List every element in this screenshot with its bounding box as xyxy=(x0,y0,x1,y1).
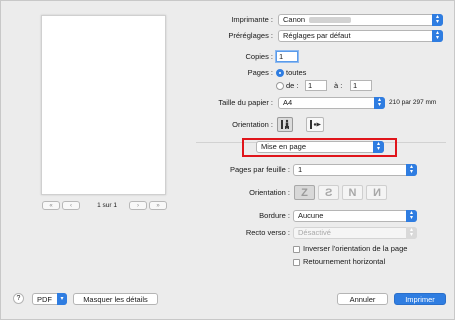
reverse-orientation-label: Inverser l'orientation de la page xyxy=(303,244,408,253)
cancel-button[interactable]: Annuler xyxy=(337,293,388,305)
layout-n-icon: N xyxy=(348,186,357,199)
chevron-updown-icon: ▴ ▾ xyxy=(432,30,443,42)
orientation-landscape-button[interactable] xyxy=(306,117,324,132)
border-value: Aucune xyxy=(298,211,324,220)
printer-label: Imprimante : xyxy=(231,15,273,24)
previous-page-icon: ‹ xyxy=(70,202,72,209)
section-popup-value: Mise en page xyxy=(261,142,307,151)
printer-popup[interactable]: Canon ▴ ▾ xyxy=(278,14,443,26)
layout-z-icon: Z xyxy=(301,186,308,199)
chevron-updown-icon: ▴ ▾ xyxy=(432,14,443,26)
pdf-menu-button[interactable]: PDF ▾ xyxy=(32,293,67,305)
pages-per-sheet-label: Pages par feuille : xyxy=(229,165,290,174)
two-sided-popup: Désactivé ▴ ▾ xyxy=(293,227,417,239)
flip-horizontal-label: Retournement horizontal xyxy=(303,257,386,266)
border-popup[interactable]: Aucune ▴ ▾ xyxy=(293,210,417,222)
pdf-label: PDF xyxy=(37,294,52,304)
pages-per-sheet-value: 1 xyxy=(298,165,303,174)
print-dialog: « ‹ 1 sur 1 › » Imprimante : Canon ▴ ▾ Pr… xyxy=(0,0,455,320)
portrait-icon xyxy=(281,119,289,129)
help-button[interactable]: ? xyxy=(13,293,24,304)
print-button[interactable]: Imprimer xyxy=(394,293,446,305)
first-page-icon: « xyxy=(49,202,53,209)
layout-direction-s-button[interactable]: S xyxy=(318,185,339,200)
paper-size-label: Taille du papier : xyxy=(218,98,273,107)
hide-details-button[interactable]: Masquer les détails xyxy=(73,293,158,305)
two-sided-label: Recto verso : xyxy=(245,228,290,237)
section-popup[interactable]: Mise en page ▴ ▾ xyxy=(256,141,384,153)
flip-horizontal-checkbox[interactable] xyxy=(293,259,300,266)
first-page-button[interactable]: « xyxy=(42,201,60,210)
page-counter: 1 sur 1 xyxy=(97,202,117,209)
page-preview xyxy=(41,15,166,195)
presets-popup[interactable]: Réglages par défaut ▴ ▾ xyxy=(278,30,443,42)
chevron-updown-icon: ▴ ▾ xyxy=(374,97,385,109)
help-icon: ? xyxy=(16,295,21,302)
pages-from-label: de : xyxy=(286,81,299,90)
last-page-icon: » xyxy=(156,202,160,209)
copies-label: Copies : xyxy=(245,52,273,61)
previous-page-button[interactable]: ‹ xyxy=(62,201,80,210)
orientation-portrait-button[interactable] xyxy=(277,117,293,132)
next-page-button[interactable]: › xyxy=(129,201,147,210)
pages-to-label: à : xyxy=(334,81,343,90)
layout-direction-label: Orientation : xyxy=(249,188,290,197)
pages-all-radio[interactable] xyxy=(276,69,284,77)
layout-direction-n-button[interactable]: N xyxy=(342,185,363,200)
pages-per-sheet-popup[interactable]: 1 ▴ ▾ xyxy=(293,164,417,176)
chevron-updown-icon: ▴ ▾ xyxy=(406,227,417,239)
landscape-icon xyxy=(310,120,321,129)
orientation-label: Orientation : xyxy=(232,120,273,129)
paper-size-value: A4 xyxy=(283,98,293,107)
chevron-updown-icon: ▴ ▾ xyxy=(406,164,417,176)
pages-range-radio[interactable] xyxy=(276,82,284,90)
printer-value: Canon xyxy=(283,15,306,24)
copies-field[interactable]: 1 xyxy=(276,51,298,62)
last-page-button[interactable]: » xyxy=(149,201,167,210)
chevron-down-icon: ▾ xyxy=(57,293,67,305)
layout-direction-n-reverse-button[interactable]: N xyxy=(366,185,387,200)
layout-direction-z-button[interactable]: Z xyxy=(294,185,315,200)
border-label: Bordure : xyxy=(259,211,290,220)
paper-size-dimensions: 210 par 297 mm xyxy=(389,99,437,106)
chevron-updown-icon: ▴ ▾ xyxy=(373,141,384,153)
layout-n-reverse-icon: N xyxy=(372,186,381,199)
pages-to-field[interactable]: 1 xyxy=(350,80,372,91)
pages-from-field[interactable]: 1 xyxy=(305,80,327,91)
pages-label: Pages : xyxy=(247,68,273,77)
reverse-orientation-checkbox[interactable] xyxy=(293,246,300,253)
presets-value: Réglages par défaut xyxy=(283,31,351,40)
two-sided-value: Désactivé xyxy=(298,228,331,237)
presets-label: Préréglages : xyxy=(228,31,273,40)
layout-s-icon: S xyxy=(324,186,333,199)
paper-size-popup[interactable]: A4 ▴ ▾ xyxy=(278,97,385,109)
next-page-icon: › xyxy=(137,202,139,209)
pages-all-label: toutes xyxy=(286,68,307,77)
chevron-updown-icon: ▴ ▾ xyxy=(406,210,417,222)
redacted-printer-model xyxy=(309,17,351,23)
